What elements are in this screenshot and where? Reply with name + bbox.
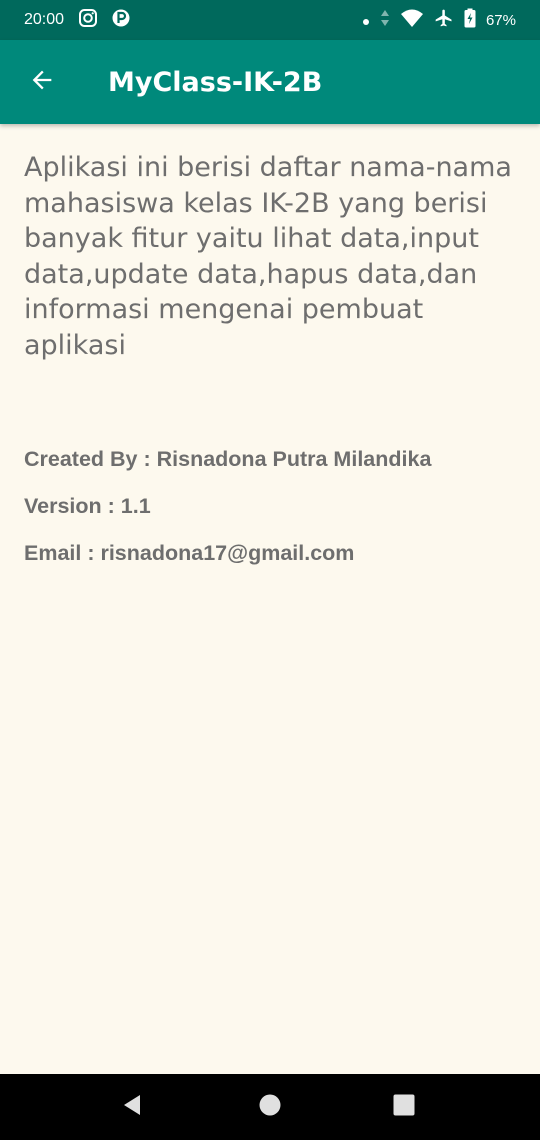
status-time: 20:00 bbox=[24, 11, 65, 28]
wifi-icon bbox=[400, 8, 424, 32]
status-bar: 20:00 67% bbox=[0, 0, 540, 40]
battery-percentage: 67% bbox=[485, 11, 516, 29]
dot-icon bbox=[362, 11, 370, 30]
back-button[interactable] bbox=[0, 40, 84, 124]
app-description: Aplikasi ini berisi daftar nama-nama mah… bbox=[24, 152, 512, 361]
version-text: Version : 1.1 bbox=[24, 494, 151, 518]
nav-back-button[interactable] bbox=[92, 1074, 172, 1140]
about-content: Aplikasi ini berisi daftar nama-nama mah… bbox=[24, 150, 516, 588]
status-bar-right: 67% bbox=[362, 8, 516, 32]
data-arrows-icon bbox=[380, 9, 390, 31]
airplane-mode-icon bbox=[434, 8, 454, 32]
arrow-left-icon bbox=[28, 66, 56, 98]
email-text: Email : risnadona17@gmail.com bbox=[24, 541, 355, 565]
home-circle-icon bbox=[258, 1093, 282, 1121]
app-title: MyClass-IK-2B bbox=[108, 66, 323, 98]
nav-recents-button[interactable] bbox=[364, 1074, 444, 1140]
recents-square-icon bbox=[392, 1093, 416, 1121]
created-by-text: Created By : Risnadona Putra Milandika bbox=[24, 447, 432, 471]
back-triangle-icon bbox=[120, 1093, 144, 1121]
battery-charging-icon bbox=[464, 8, 476, 32]
instagram-icon bbox=[78, 8, 98, 32]
app-bar: MyClass-IK-2B bbox=[0, 40, 540, 124]
p-app-icon bbox=[112, 8, 130, 32]
system-navigation-bar bbox=[0, 1074, 540, 1140]
developer-info: Created By : Risnadona Putra Milandika V… bbox=[24, 447, 516, 565]
status-bar-left: 20:00 bbox=[24, 8, 130, 32]
nav-home-button[interactable] bbox=[230, 1074, 310, 1140]
